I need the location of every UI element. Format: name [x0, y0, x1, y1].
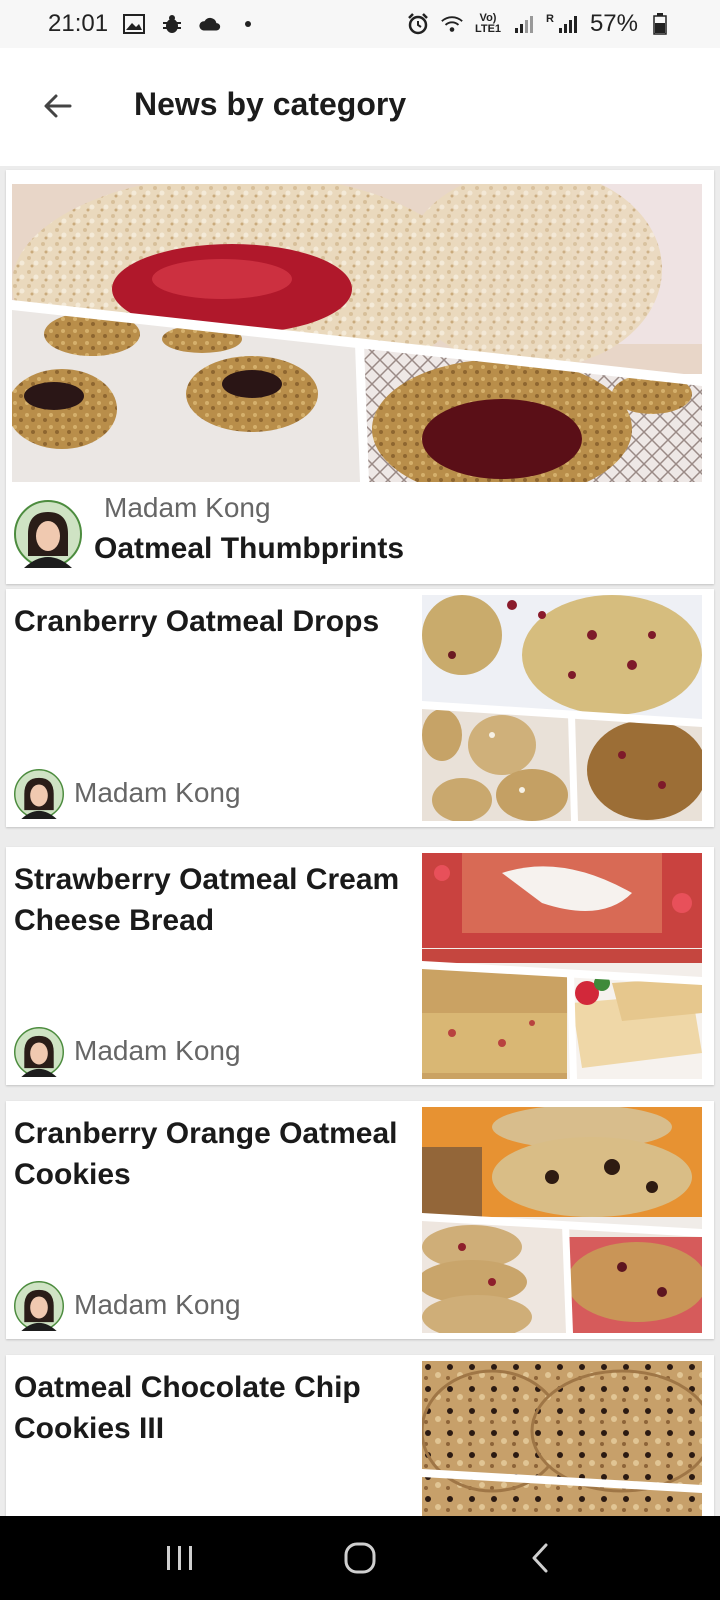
cloud-icon [198, 12, 222, 36]
author-avatar-image [14, 769, 64, 819]
lte-label: LTE1 [474, 23, 502, 35]
article-author: Madam Kong [74, 1289, 241, 1320]
author-avatar-image [14, 1281, 64, 1331]
back-chevron-icon [532, 1543, 548, 1573]
featured-article-image [12, 184, 702, 482]
battery-icon [648, 12, 672, 36]
sim2-label: R [546, 13, 554, 25]
network-type-indicator: Vo) LTE1 [474, 13, 502, 35]
wifi-icon [440, 12, 464, 36]
article-image [422, 1107, 702, 1333]
recents-button[interactable] [150, 1528, 210, 1588]
status-time: 21:01 [48, 10, 109, 37]
article-title: Cranberry Oatmeal Drops [14, 605, 380, 638]
page-title: News by category [134, 86, 407, 122]
article-card[interactable]: Cranberry Orange Oatmeal Cookies Madam K… [6, 1101, 714, 1339]
article-author: Madam Kong [104, 492, 271, 523]
author-avatar-image [14, 1027, 64, 1077]
gallery-icon [122, 12, 146, 36]
article-title: Oatmeal Thumbprints [94, 532, 405, 565]
arrow-left-icon [44, 94, 72, 118]
article-image [422, 853, 702, 1079]
home-button[interactable] [330, 1528, 390, 1588]
article-author: Madam Kong [74, 777, 241, 808]
system-nav-bar [0, 1516, 720, 1600]
avatar[interactable] [14, 1281, 64, 1331]
article-card[interactable]: Oatmeal Chocolate Chip Cookies III [6, 1355, 714, 1516]
bug-icon [160, 12, 184, 36]
status-bar: 21:01 Vo) LTE1 R 57% [0, 0, 720, 48]
battery-percent: 57% [589, 10, 638, 37]
signal-icon-sim2 [556, 12, 580, 36]
notification-dot-icon [236, 12, 260, 36]
article-title: Strawberry Oatmeal Cream Cheese Bread [14, 863, 400, 937]
alarm-icon [406, 12, 430, 36]
news-feed[interactable]: Madam Kong Oatmeal Thumbprints Cranberry… [0, 166, 720, 1516]
back-button[interactable] [36, 84, 80, 128]
avatar[interactable] [14, 1027, 64, 1077]
system-back-button[interactable] [510, 1528, 570, 1588]
article-card[interactable]: Strawberry Oatmeal Cream Cheese Bread Ma… [6, 847, 714, 1085]
article-title: Cranberry Orange Oatmeal Cookies [14, 1117, 398, 1191]
avatar[interactable] [14, 500, 82, 568]
signal-icon [512, 12, 536, 36]
article-author: Madam Kong [74, 1035, 241, 1066]
article-title: Oatmeal Chocolate Chip Cookies III [14, 1371, 361, 1445]
article-card[interactable]: Cranberry Oatmeal Drops Madam Kong [6, 589, 714, 827]
article-image [422, 1361, 702, 1516]
recents-icon [167, 1546, 192, 1570]
featured-article-card[interactable]: Madam Kong Oatmeal Thumbprints [6, 170, 714, 584]
article-image [422, 595, 702, 821]
avatar[interactable] [14, 769, 64, 819]
author-avatar-image [14, 500, 82, 568]
app-bar: News by category [0, 48, 720, 166]
home-icon [344, 1542, 376, 1574]
